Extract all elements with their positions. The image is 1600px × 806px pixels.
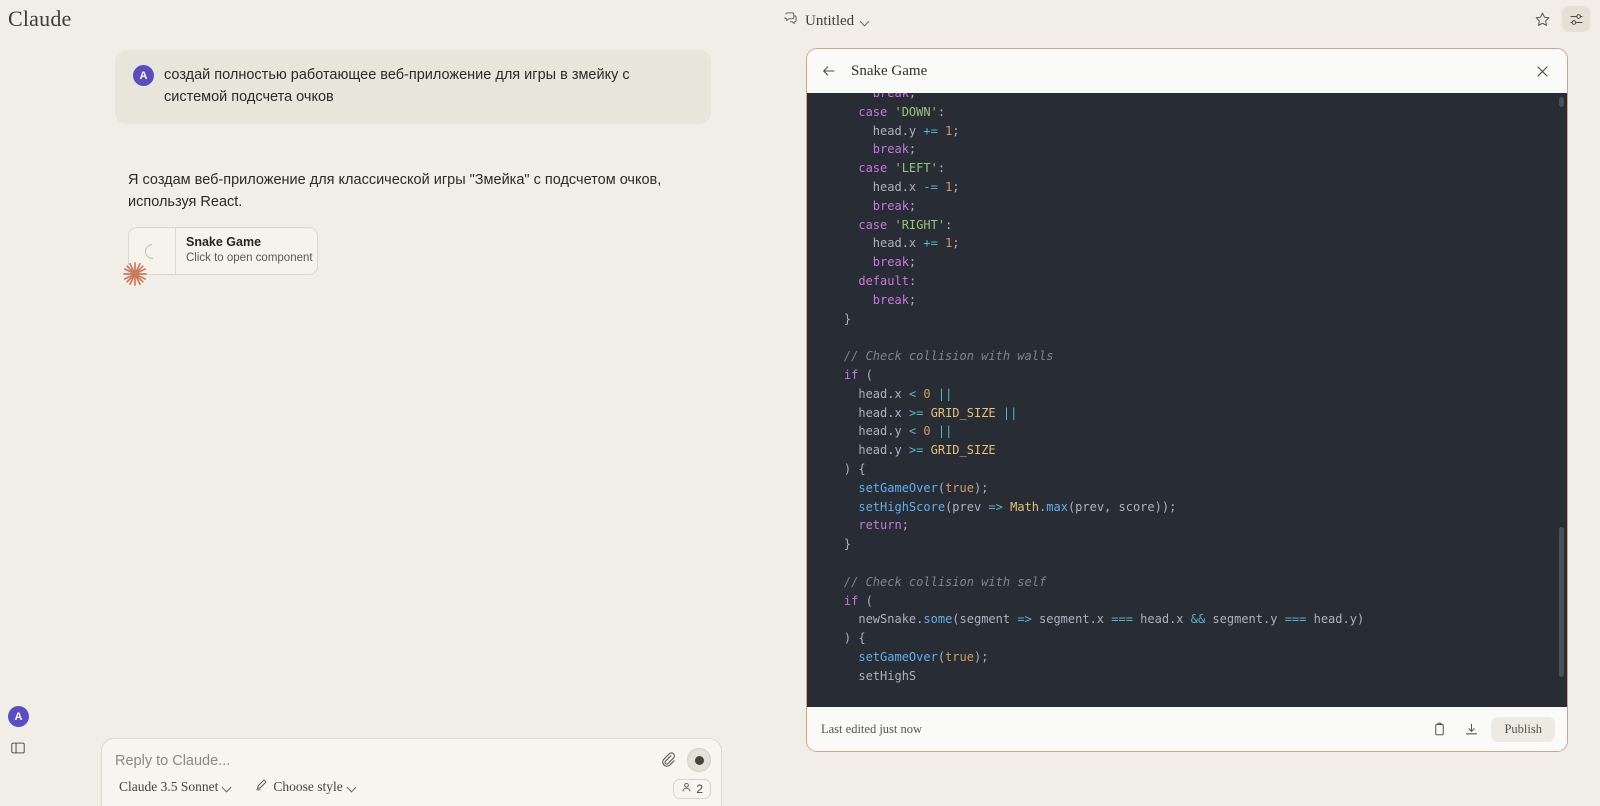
claude-sunburst-icon (121, 260, 149, 288)
composer-actions (654, 747, 711, 773)
assistant-message-text: Я создам веб-приложение для классической… (128, 169, 695, 213)
user-avatar: A (133, 65, 154, 86)
user-message-text: создай полностью работающее веб-приложен… (164, 64, 693, 108)
person-icon (681, 782, 692, 796)
conversation-title-dropdown[interactable]: Untitled (775, 8, 878, 34)
clipboard-icon[interactable] (1427, 717, 1451, 741)
artifact-panel-title: Snake Game (851, 63, 1519, 80)
top-bar: Claude Untitled (0, 0, 1600, 38)
message-composer: Claude 3.5 Sonnet Choose style (101, 738, 722, 806)
assistant-message: Я создам веб-приложение для классической… (115, 155, 711, 295)
artifact-panel-header: Snake Game (807, 49, 1567, 93)
app-brand: Claude (8, 6, 72, 32)
code-scrollbar[interactable] (1559, 97, 1564, 707)
scrollbar-thumb-top[interactable] (1559, 97, 1564, 107)
brush-icon (254, 778, 268, 796)
artifact-panel: Snake Game break; case 'DOWN': head.y +=… (806, 48, 1568, 752)
chat-bubbles-icon (783, 11, 798, 31)
download-icon[interactable] (1459, 717, 1483, 741)
last-edited-status: Last edited just now (821, 722, 1419, 737)
artifact-preview-card[interactable]: Snake Game Click to open component (128, 227, 318, 275)
usage-counter[interactable]: 2 (673, 779, 711, 799)
chevron-down-icon (223, 783, 232, 792)
composer-footer: Claude 3.5 Sonnet Choose style (115, 776, 361, 798)
code-content: break; case 'DOWN': head.y += 1; break; … (815, 93, 1567, 686)
model-selector-label: Claude 3.5 Sonnet (119, 779, 218, 795)
close-icon[interactable] (1531, 60, 1553, 82)
top-right-actions (1528, 6, 1590, 32)
arrow-left-icon[interactable] (819, 61, 839, 81)
code-scroll-region[interactable]: break; case 'DOWN': head.y += 1; break; … (807, 93, 1567, 707)
chevron-down-icon (348, 783, 357, 792)
conversation-title-label: Untitled (805, 13, 854, 30)
code-viewer[interactable]: break; case 'DOWN': head.y += 1; break; … (807, 93, 1567, 707)
user-profile-avatar[interactable]: A (8, 706, 29, 727)
reply-input[interactable] (115, 749, 645, 773)
chat-column: A создай полностью работающее веб-прилож… (0, 38, 806, 774)
sidebar-toggle-icon[interactable] (8, 738, 28, 758)
usage-count-label: 2 (696, 782, 703, 796)
left-rail: A (4, 38, 44, 774)
artifact-card-subtitle: Click to open component (186, 251, 313, 266)
style-selector[interactable]: Choose style (250, 776, 360, 798)
send-circle-icon[interactable] (687, 748, 711, 772)
style-selector-label: Choose style (273, 779, 342, 795)
scrollbar-thumb[interactable] (1559, 527, 1564, 677)
star-icon[interactable] (1528, 6, 1556, 32)
chevron-down-icon (861, 17, 870, 26)
artifact-panel-footer: Last edited just now Publish (807, 707, 1567, 751)
user-message: A создай полностью работающее веб-прилож… (115, 50, 711, 124)
artifact-card-meta: Snake Game Click to open component (176, 228, 313, 274)
publish-button[interactable]: Publish (1491, 717, 1555, 742)
model-selector[interactable]: Claude 3.5 Sonnet (115, 777, 236, 797)
paperclip-icon[interactable] (654, 747, 682, 773)
sliders-icon[interactable] (1562, 6, 1590, 32)
artifact-card-title: Snake Game (186, 235, 313, 250)
